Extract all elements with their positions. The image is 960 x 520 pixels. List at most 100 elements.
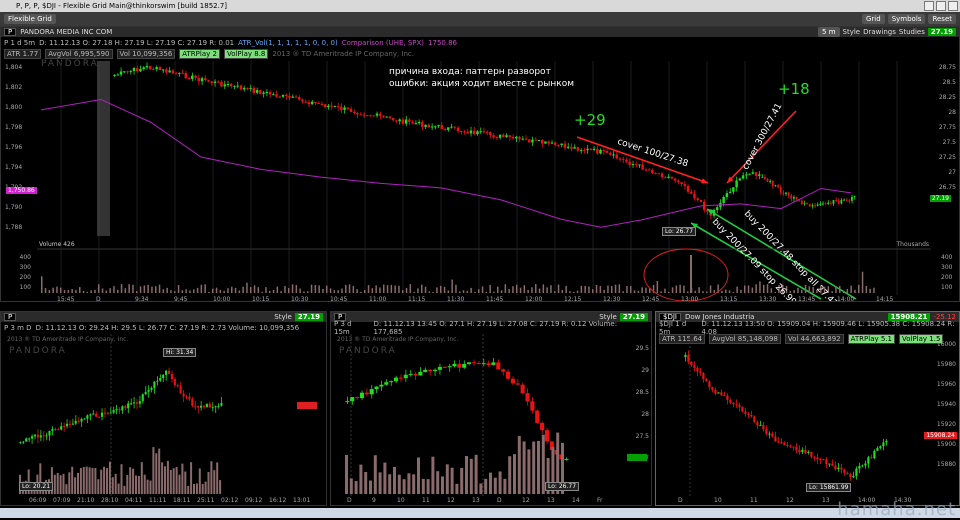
panel-b-time-tick: 12: [522, 497, 530, 504]
volume-bar: [637, 290, 640, 293]
main-tail-candle: [792, 197, 795, 199]
symbols-button[interactable]: Symbols: [887, 14, 926, 24]
volume-bar: [519, 287, 522, 293]
main-tail-candle: [787, 192, 790, 196]
panel-a-candle: [220, 402, 223, 406]
panel-c-candle: [726, 395, 729, 400]
maximize-button[interactable]: [936, 1, 946, 11]
volume-bar: [227, 288, 229, 293]
main-candle: [654, 173, 657, 175]
volume-bar: [200, 284, 203, 293]
panel-c-right-tick: 15900: [937, 441, 956, 448]
reset-button[interactable]: Reset: [928, 14, 956, 24]
main-candle: [625, 159, 628, 162]
main-left-axis-tick: 1,802: [5, 84, 22, 91]
main-candle: [466, 131, 469, 134]
panel-b-candle: [345, 401, 350, 403]
main-candle: [638, 164, 641, 166]
main-candle: [421, 121, 424, 127]
main-tail-candle: [800, 200, 803, 205]
volume-bar: [728, 290, 731, 293]
panel-b-right-tick: 29.5: [636, 345, 650, 352]
panel-a-candle: [48, 430, 51, 436]
main-candle: [223, 84, 226, 87]
panel-b-volume-bar: [369, 480, 372, 494]
lo-label: Lo: 26.77: [662, 227, 697, 236]
panel-a-volume-bar: [175, 467, 178, 494]
panel-c-candle: [879, 446, 882, 449]
panel-b-volume-bar: [345, 454, 348, 494]
main-candle: [291, 96, 294, 98]
main-candle: [573, 147, 576, 149]
main-candle: [320, 103, 324, 105]
main-candle: [469, 130, 473, 134]
volume-bar: [41, 276, 43, 293]
volume-bar: [569, 291, 571, 293]
volume-bar: [459, 291, 461, 293]
main-candle: [615, 154, 618, 159]
volume-bar: [185, 289, 187, 293]
main-candle: [515, 136, 518, 139]
volume-bar: [215, 287, 218, 293]
main-tail-candle: [771, 180, 774, 187]
volume-bar: [371, 288, 374, 293]
main-left-axis-tick: 1,788: [5, 224, 22, 231]
panel-c-candle: [825, 459, 828, 464]
main-candle: [181, 72, 184, 74]
grid-button[interactable]: Grid: [862, 14, 885, 24]
volume-axis-tick-right: 100: [941, 284, 953, 291]
volume-bar: [588, 286, 590, 293]
panel-b-candle: [355, 397, 360, 399]
main-candle: [476, 131, 479, 135]
panel-a-volume-bar: [135, 475, 137, 494]
volume-bar: [626, 286, 628, 293]
main-candle: [236, 85, 239, 87]
volume-bar: [250, 286, 252, 293]
main-candle: [174, 73, 178, 75]
panel-c-candle: [684, 354, 687, 357]
panel-a-volume-bar: [74, 477, 77, 494]
volume-bar: [94, 289, 96, 293]
panel-a-chart[interactable]: 06:09 07:09 21:10 28:10 04:11 11:11 18:11 25:11…: [1, 312, 327, 506]
volume-bar: [280, 291, 282, 293]
volume-bar: [508, 289, 510, 293]
volume-highlight-circle: [643, 248, 729, 301]
panel-b-volume-bar: [383, 462, 387, 494]
volume-bar: [44, 288, 47, 293]
main-candle: [670, 176, 674, 179]
main-candle: [155, 67, 158, 70]
main-candle: [735, 180, 738, 188]
volume-bar: [804, 284, 807, 293]
main-tail-candle: [811, 205, 814, 207]
volume-bar: [679, 284, 681, 293]
volume-bar: [48, 290, 51, 293]
volume-bar: [557, 284, 560, 293]
main-candle: [754, 172, 758, 176]
panel-b-volume-bar: [378, 472, 382, 494]
panel-b-volume-bar: [537, 440, 540, 494]
volume-bar: [394, 285, 396, 293]
panel-c-chart[interactable]: 16000 15980 15960 15940 15920 15900 15880 D 10 11…: [656, 312, 960, 506]
panel-b-volume-bar: [412, 474, 416, 494]
panel-b-price-marker: [627, 454, 647, 461]
panel-b-volume-bar: [484, 478, 488, 494]
panel-a-candle: [135, 402, 138, 404]
volume-bar: [356, 289, 358, 293]
flexible-grid-tab[interactable]: Flexible Grid: [4, 14, 56, 24]
annotation-plus29: +29: [574, 111, 606, 129]
panel-b-chart[interactable]: 29.52928.52827.527D910111213D121314Fr: [331, 312, 652, 506]
main-candle: [738, 178, 742, 181]
panel-a-volume-bar: [71, 466, 74, 494]
main-time-tick: 10:30: [291, 296, 308, 302]
main-candle: [576, 147, 580, 151]
panel-a-volume-bar: [59, 475, 62, 494]
main-candle: [349, 108, 353, 112]
close-button[interactable]: [948, 1, 958, 11]
volume-bar: [303, 291, 305, 293]
main-candle: [524, 138, 528, 140]
main-candle: [317, 103, 320, 105]
panel-b-volume-bar: [527, 449, 531, 494]
volume-bar: [535, 284, 537, 293]
minimize-button[interactable]: [924, 1, 934, 11]
main-candle: [246, 87, 249, 89]
